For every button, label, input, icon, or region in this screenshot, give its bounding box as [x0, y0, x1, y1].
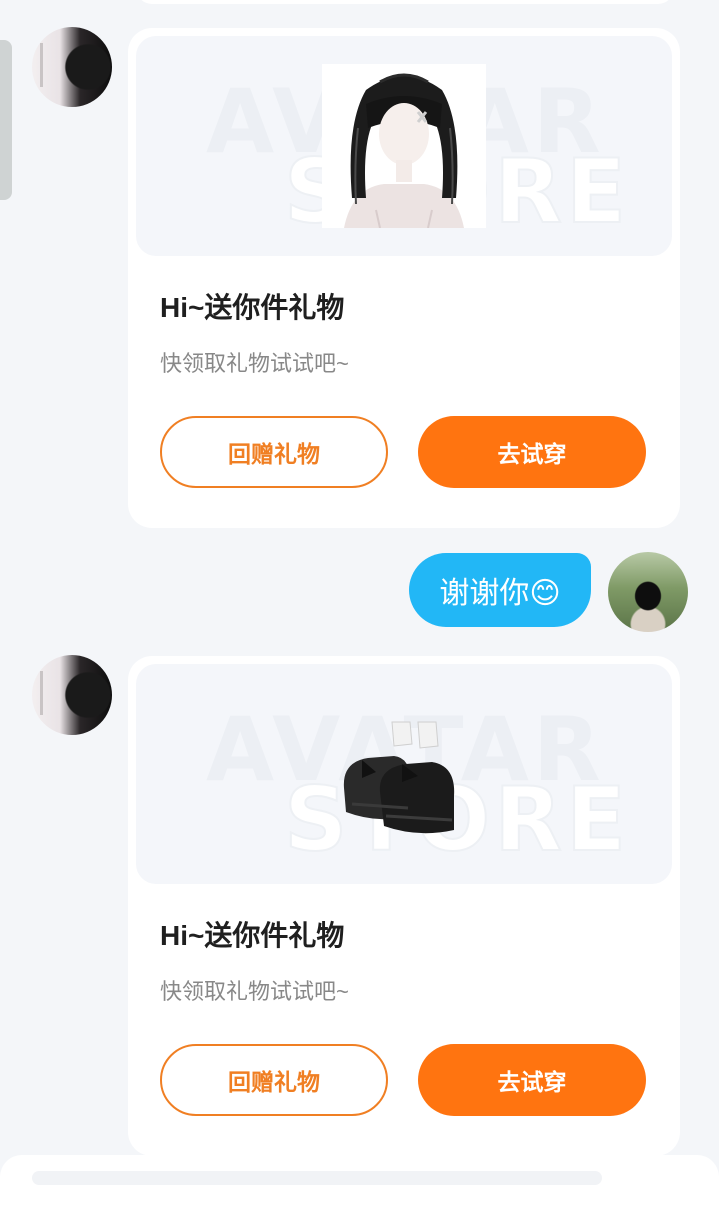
sender-avatar[interactable] — [32, 655, 112, 735]
sender-avatar[interactable] — [32, 27, 112, 107]
try-on-button[interactable]: 去试穿 — [418, 1044, 646, 1116]
card-title: Hi~送你件礼物 — [160, 920, 345, 951]
gift-message-card[interactable]: AVATAR STORE Hi~送你件礼物 快领取礼物试试吧~ 回赠礼物 去试穿 — [128, 656, 680, 1156]
gift-image-area: AVATAR STORE — [136, 36, 672, 256]
return-gift-button[interactable]: 回赠礼物 — [160, 1044, 388, 1116]
gift-message-card[interactable]: AVATAR STORE Hi~送你件礼物 快领取礼物试试吧~ 回赠礼物 去试穿 — [128, 28, 680, 528]
side-drawer-handle[interactable] — [0, 40, 12, 200]
return-gift-button[interactable]: 回赠礼物 — [160, 416, 388, 488]
gift-image-area: AVATAR STORE — [136, 664, 672, 884]
try-on-button[interactable]: 去试穿 — [418, 416, 646, 488]
shoes-icon — [343, 721, 455, 834]
hair-icon — [322, 64, 486, 228]
my-avatar[interactable] — [608, 552, 688, 632]
card-title: Hi~送你件礼物 — [160, 292, 345, 323]
my-message-bubble[interactable]: 谢谢你😊 — [409, 553, 591, 627]
previous-message-card-edge — [136, 0, 674, 4]
card-subtitle: 快领取礼物试试吧~ — [160, 351, 349, 376]
next-message-card-edge — [0, 1155, 719, 1215]
card-subtitle: 快领取礼物试试吧~ — [160, 979, 349, 1004]
